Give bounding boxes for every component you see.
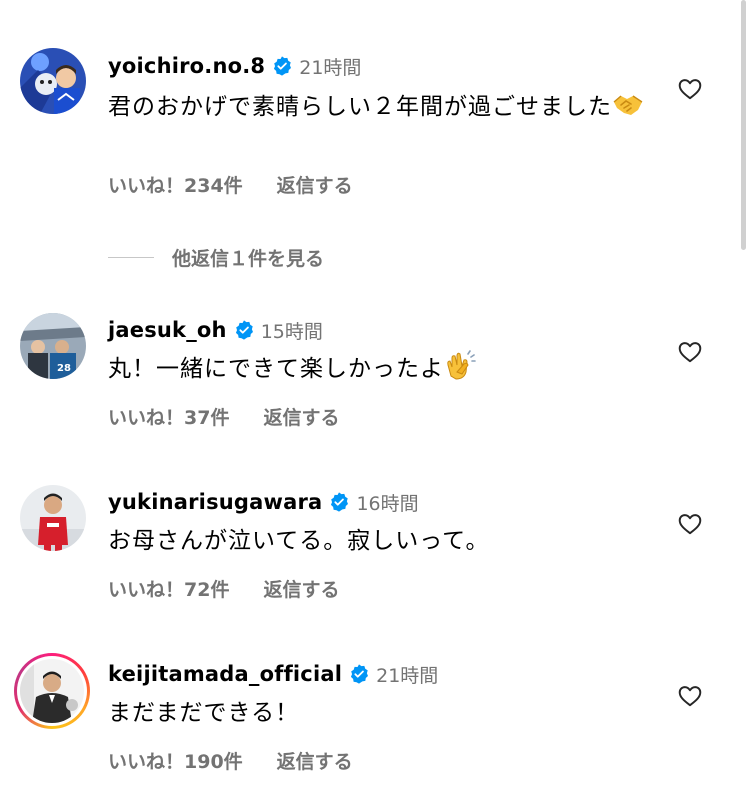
verified-badge-icon [271,55,293,77]
view-more-replies-label: 他返信１件を見る [172,247,325,270]
verified-badge-icon [328,491,350,513]
heart-outline-icon[interactable] [677,511,703,537]
comment-text: 君のおかげで素晴らしい２年間が過ごせました [108,87,668,127]
story-ring-avatar[interactable] [14,653,90,729]
comment-time: 15時間 [260,320,323,343]
reply-button[interactable]: 返信する [263,575,339,602]
scrollbar[interactable] [741,0,746,250]
heart-outline-icon[interactable] [677,76,703,102]
comment-text: まだまだできる！ [108,700,300,726]
username[interactable]: jaesuk_oh [108,318,227,342]
username[interactable]: yoichiro.no.8 [108,54,265,78]
comment-text: お母さんが泣いてる。寂しいって。 [108,528,490,554]
handshake-emoji [612,88,644,120]
verified-badge-icon [348,663,370,685]
avatar[interactable]: 28 [20,313,86,379]
svg-text:28: 28 [57,363,71,374]
reply-button[interactable]: 返信する [263,403,339,430]
comment-time: 16時間 [356,492,419,515]
comment-time: 21時間 [376,664,439,687]
avatar[interactable] [20,485,86,551]
heart-outline-icon[interactable] [677,339,703,365]
comment-body: 君のおかげで素晴らしい２年間が過ごせました [108,94,612,120]
view-more-replies-button[interactable]: 他返信１件を見る [108,244,324,270]
avatar [20,659,84,723]
likes-count[interactable]: いいね！37件 [108,403,229,430]
comment-text: 丸！一緒にできて楽しかったよ [108,349,668,389]
comment-body: 丸！一緒にできて楽しかったよ [108,356,444,382]
divider-line [108,256,154,258]
likes-count[interactable]: いいね！190件 [108,747,243,774]
verified-badge-icon [233,319,255,341]
comment-time: 21時間 [299,56,362,79]
username[interactable]: yukinarisugawara [108,490,322,514]
likes-count[interactable]: いいね！234件 [108,171,243,198]
likes-count[interactable]: いいね！72件 [108,575,229,602]
reply-button[interactable]: 返信する [277,747,353,774]
heart-outline-icon[interactable] [677,683,703,709]
clapping-hands-emoji [444,350,476,382]
username[interactable]: keijitamada_official [108,662,342,686]
reply-button[interactable]: 返信する [277,171,353,198]
avatar[interactable] [20,48,86,114]
